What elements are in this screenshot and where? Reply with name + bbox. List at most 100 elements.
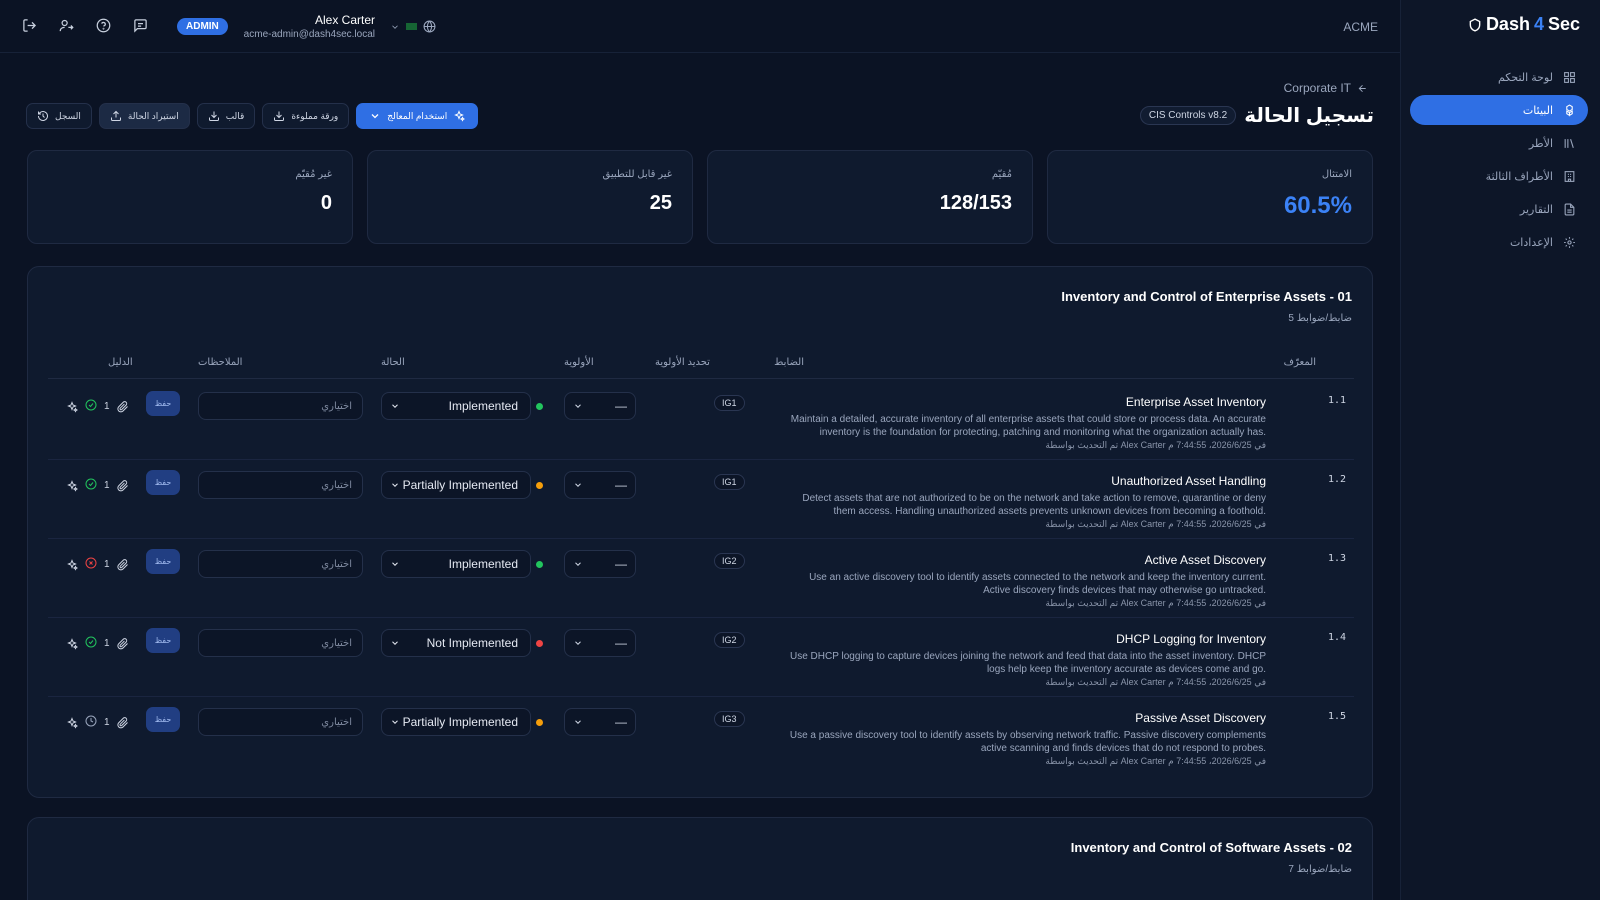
- flag-icon[interactable]: [406, 23, 417, 30]
- sidebar-item-label: الأطراف الثالثة: [1485, 170, 1553, 183]
- save-button[interactable]: حفظ: [146, 549, 180, 574]
- save-button[interactable]: حفظ: [146, 628, 180, 653]
- control-text-line-1: Maintain a detailed, accurate inventory …: [790, 414, 1266, 425]
- control-description: Unauthorized Asset Handling Detect asset…: [746, 474, 1266, 530]
- status-select[interactable]: Implemented: [381, 392, 531, 420]
- stat-value: 60.5%: [1283, 192, 1352, 219]
- paperclip-icon[interactable]: [116, 558, 129, 571]
- table-row: 1.2 Unauthorized Asset Handling Detect a…: [48, 460, 1354, 539]
- control-group: Inventory and Control of Software Assets…: [27, 817, 1373, 900]
- logout-icon[interactable]: [22, 18, 37, 33]
- topbar-icons: [22, 18, 148, 33]
- history-button[interactable]: السجل: [26, 103, 92, 129]
- evidence-count: 1: [104, 717, 110, 728]
- status-select[interactable]: Partially Implemented: [381, 471, 531, 499]
- notes-input[interactable]: اختياري: [198, 392, 363, 420]
- app-root: ADMIN Alex Carter acme-admin@dash4sec.lo…: [0, 0, 1600, 900]
- control-text-line-2: inventory is the foundation for protecti…: [819, 427, 1266, 438]
- breadcrumb[interactable]: Corporate IT: [1284, 81, 1368, 95]
- globe-icon[interactable]: [423, 20, 436, 33]
- sparkles-icon[interactable]: [66, 400, 78, 413]
- evidence-state: [85, 557, 97, 572]
- notes-input[interactable]: اختياري: [198, 471, 363, 499]
- history-label: السجل: [55, 110, 81, 121]
- control-text: Use a passive discovery tool to identify…: [746, 729, 1266, 755]
- sidebar-item-label: الأطر: [1528, 137, 1553, 150]
- sparkles-icon[interactable]: [66, 637, 78, 650]
- sidebar-item-label: التقارير: [1519, 203, 1553, 216]
- sidebar-item-label: البيئات: [1522, 104, 1553, 117]
- priority-select[interactable]: —: [564, 629, 636, 657]
- table-row: 1.3 Active Asset Discovery Use an active…: [48, 539, 1354, 618]
- paperclip-icon[interactable]: [116, 479, 129, 492]
- filled-sheet-button[interactable]: ورقة مملوءة: [262, 103, 350, 129]
- save-button[interactable]: حفظ: [146, 391, 180, 416]
- paperclip-icon[interactable]: [116, 637, 129, 650]
- page-title-group: تسجيل الحالة CIS Controls v8.2: [1139, 103, 1374, 128]
- user-info[interactable]: Alex Carter acme-admin@dash4sec.local: [237, 13, 375, 40]
- chevron-down-icon: [575, 720, 581, 724]
- stat-not-assessed: غير مُقيّم 0: [27, 150, 353, 244]
- priority-select[interactable]: —: [564, 392, 636, 420]
- user-name: Alex Carter: [314, 13, 375, 27]
- chevron-down-icon[interactable]: [390, 22, 400, 32]
- switch-user-icon[interactable]: [59, 18, 74, 33]
- control-description: Active Asset Discovery Use an active dis…: [746, 553, 1266, 609]
- status-select[interactable]: Implemented: [381, 550, 531, 578]
- sidebar-item-reports[interactable]: التقارير: [1410, 194, 1588, 224]
- evidence-count: 1: [104, 559, 110, 570]
- paperclip-icon[interactable]: [116, 400, 129, 413]
- control-updated: تم التحديث بواسطة Alex Carter في 2026/6/…: [1045, 756, 1266, 766]
- stat-not-applicable: غير قابل للتطبيق 25: [367, 150, 693, 244]
- evidence-count: 1: [104, 480, 110, 491]
- sidebar-item-frameworks[interactable]: الأطر: [1410, 128, 1588, 158]
- use-processor-label: استخدام المعالج: [387, 110, 448, 121]
- sidebar-item-settings[interactable]: الإعدادات: [1410, 227, 1588, 257]
- brand-name-a: Dash: [1485, 14, 1530, 34]
- sidebar-item-environments[interactable]: البيئات: [1410, 95, 1588, 125]
- sparkles-icon[interactable]: [66, 558, 78, 571]
- notes-input[interactable]: اختياري: [198, 708, 363, 736]
- user-menu-extras: [390, 20, 436, 33]
- table-row: 1.5 Passive Asset Discovery Use a passiv…: [48, 697, 1354, 776]
- shield-icon: [1469, 17, 1481, 32]
- control-title: Passive Asset Discovery: [1135, 711, 1266, 725]
- save-button[interactable]: حفظ: [146, 707, 180, 732]
- notes-input[interactable]: اختياري: [198, 550, 363, 578]
- priority-select[interactable]: —: [564, 550, 636, 578]
- sparkles-icon: [454, 110, 466, 122]
- status-value: Partially Implemented: [402, 715, 518, 729]
- priority-select[interactable]: —: [564, 708, 636, 736]
- sidebar-item-third-parties[interactable]: الأطراف الثالثة: [1410, 161, 1588, 191]
- paperclip-icon[interactable]: [116, 716, 129, 729]
- framework-badge: CIS Controls v8.2: [1139, 106, 1237, 125]
- control-text-line-1: Detect assets that are not authorized to…: [802, 493, 1266, 504]
- control-text: Detect assets that are not authorized to…: [746, 492, 1266, 518]
- save-button[interactable]: حفظ: [146, 470, 180, 495]
- sidebar-item-label: الإعدادات: [1509, 236, 1553, 249]
- messages-icon[interactable]: [133, 18, 148, 33]
- sparkles-icon[interactable]: [66, 716, 78, 729]
- status-select[interactable]: Not Implemented: [381, 629, 531, 657]
- import-status-button[interactable]: استيراد الحالة: [98, 103, 190, 129]
- download-icon: [274, 111, 285, 121]
- stat-value: 128/153: [939, 192, 1012, 214]
- control-text: Use an active discovery tool to identify…: [746, 571, 1266, 597]
- chevron-down-icon: [392, 720, 398, 724]
- sidebar-item-dashboard[interactable]: لوحة التحكم: [1410, 62, 1588, 92]
- use-processor-button[interactable]: استخدام المعالج: [356, 103, 479, 129]
- group-title: Inventory and Control of Software Assets…: [1070, 840, 1352, 855]
- status-dot: [536, 482, 543, 489]
- notes-input[interactable]: اختياري: [198, 629, 363, 657]
- template-button[interactable]: قالب: [196, 103, 256, 129]
- ig-badge: IG3: [714, 711, 745, 727]
- status-select[interactable]: Partially Implemented: [381, 708, 531, 736]
- sparkles-icon[interactable]: [66, 479, 78, 492]
- brand-logo[interactable]: Dash 4 Sec: [1468, 14, 1580, 35]
- status-dot: [536, 561, 543, 568]
- help-icon[interactable]: [96, 18, 111, 33]
- control-description: DHCP Logging for Inventory Use DHCP logg…: [746, 632, 1266, 688]
- status-value: Partially Implemented: [402, 478, 518, 492]
- evidence-count: 1: [104, 401, 110, 412]
- priority-select[interactable]: —: [564, 471, 636, 499]
